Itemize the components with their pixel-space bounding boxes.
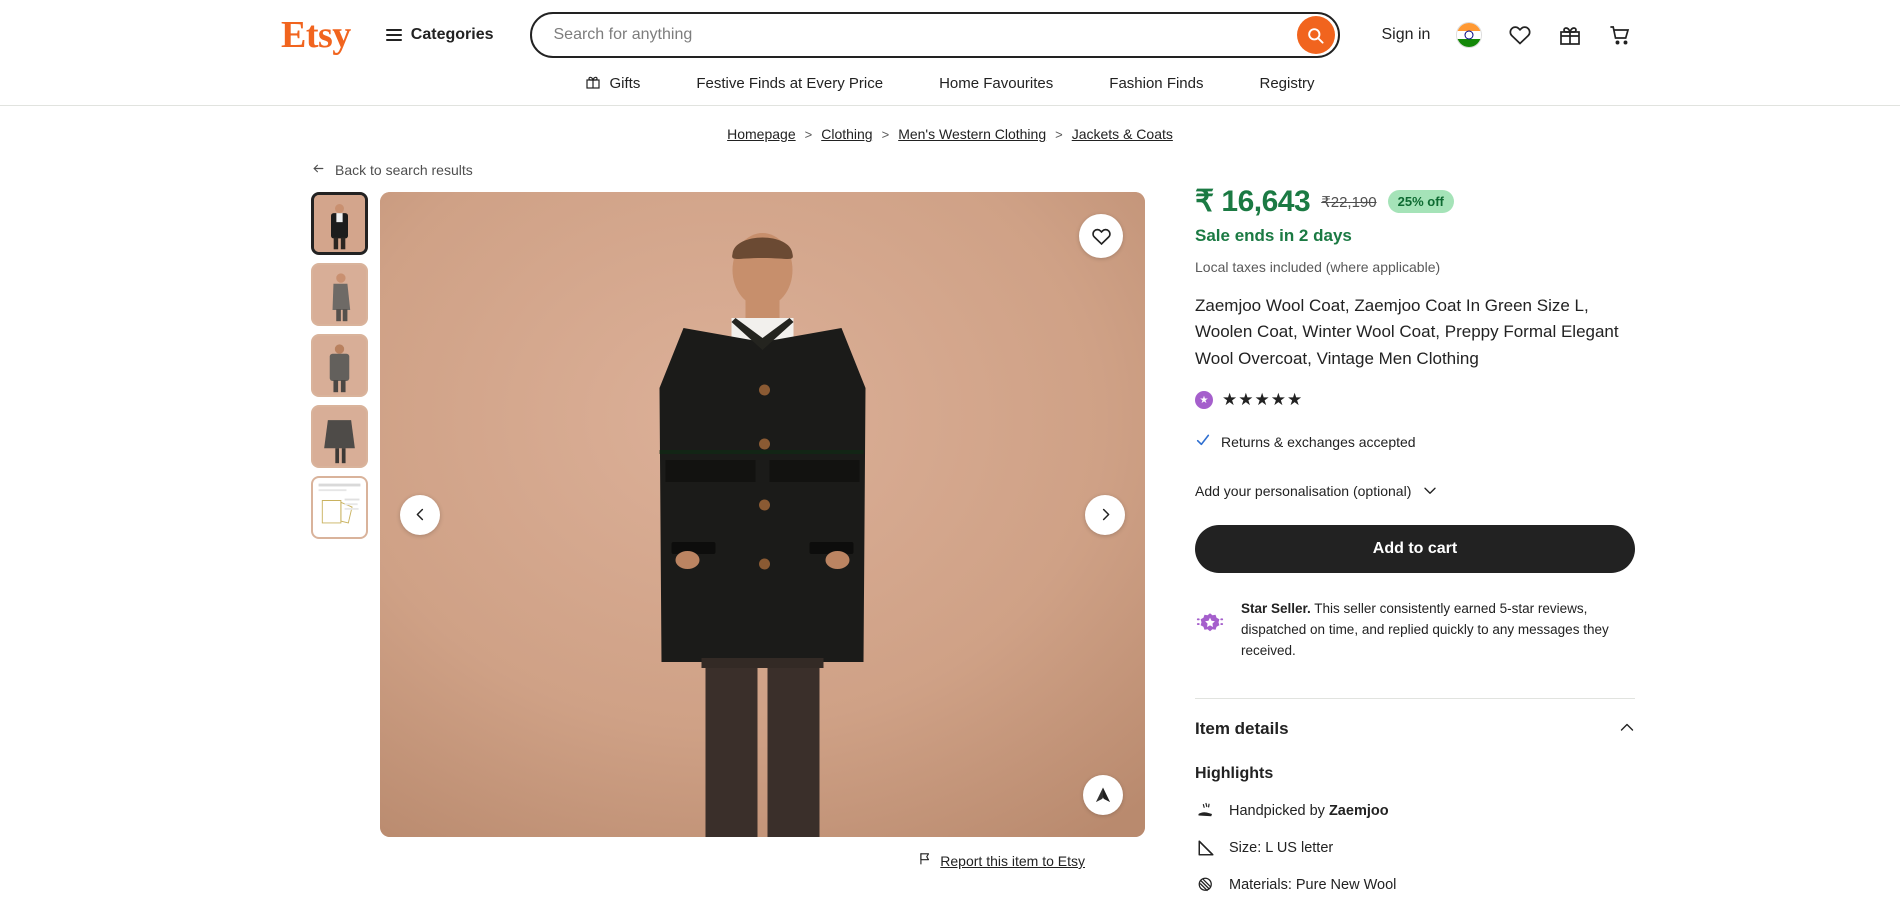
expand-image-button[interactable] xyxy=(1083,775,1123,815)
star-seller-badge-icon: ★ xyxy=(1195,391,1213,410)
breadcrumb-separator: > xyxy=(804,126,813,142)
product-page-main: Back to search results Report this item … xyxy=(0,148,1900,907)
thumbnail-coat-side-view[interactable] xyxy=(311,263,368,326)
report-item-link[interactable]: Report this item to Etsy xyxy=(940,853,1085,869)
star-seller-section: Star Seller. This seller consistently ea… xyxy=(1195,599,1635,662)
item-details-toggle[interactable]: Item details xyxy=(1195,697,1635,739)
gift-icon[interactable] xyxy=(1558,23,1582,47)
gallery-column: Back to search results Report this item … xyxy=(265,162,1145,907)
breadcrumb-item-homepage[interactable]: Homepage xyxy=(727,126,796,142)
previous-image-button[interactable] xyxy=(400,494,440,535)
star-seller-icon xyxy=(1195,599,1225,644)
search-button[interactable] xyxy=(1296,16,1335,54)
primary-nav: Gifts Festive Finds at Every Price Home … xyxy=(0,70,1900,106)
categories-button[interactable]: Categories xyxy=(385,26,494,44)
materials-icon xyxy=(1195,876,1216,894)
nav-item-home-favourites[interactable]: Home Favourites xyxy=(939,75,1053,92)
search-input[interactable] xyxy=(529,12,1340,58)
highlight-text: Size: L US letter xyxy=(1229,839,1334,856)
product-info-column: ₹ 16,643 ₹22,190 25% off Sale ends in 2 … xyxy=(1195,162,1635,907)
search-container xyxy=(529,12,1340,58)
rating-row[interactable]: ★ ★★★★★ xyxy=(1195,390,1635,410)
nav-label: Gifts xyxy=(609,75,641,92)
highlight-materials: Materials: Pure New Wool xyxy=(1195,876,1635,894)
original-price: ₹22,190 xyxy=(1321,193,1377,211)
current-price: ₹ 16,643 xyxy=(1195,185,1311,218)
nav-item-gifts[interactable]: Gifts xyxy=(585,74,640,94)
main-product-image[interactable] xyxy=(380,192,1145,837)
highlight-text: Handpicked by Zaemjoo xyxy=(1229,802,1389,819)
india-flag-icon[interactable] xyxy=(1456,22,1483,48)
cart-icon[interactable] xyxy=(1608,23,1632,47)
breadcrumb-separator: > xyxy=(881,126,890,142)
thumbnail-strip xyxy=(311,192,368,837)
thumbnail-coat-detail-view[interactable] xyxy=(311,405,368,468)
image-gallery xyxy=(311,192,1145,837)
highlights-heading: Highlights xyxy=(1195,764,1274,782)
highlight-text: Materials: Pure New Wool xyxy=(1229,876,1397,893)
favorite-heart-button[interactable] xyxy=(1079,214,1123,258)
thumbnail-size-chart-diagram[interactable] xyxy=(311,476,368,539)
check-icon xyxy=(1195,432,1211,451)
product-title: Zaemjoo Wool Coat, Zaemjoo Coat In Green… xyxy=(1195,296,1619,368)
star-seller-title: Star Seller. xyxy=(1241,601,1311,617)
discount-badge: 25% off xyxy=(1387,190,1454,213)
highlight-handpicked: Handpicked by Zaemjoo xyxy=(1195,802,1635,820)
header-actions: Sign in xyxy=(1382,22,1633,48)
thumbnail-coat-front-view[interactable] xyxy=(311,192,368,255)
breadcrumb-item-mens-western-clothing[interactable]: Men's Western Clothing xyxy=(898,126,1046,142)
breadcrumb-separator: > xyxy=(1055,126,1063,142)
breadcrumb-item-jackets-coats[interactable]: Jackets & Coats xyxy=(1072,126,1173,142)
personalisation-label: Add your personalisation (optional) xyxy=(1195,483,1412,500)
star-seller-text: Star Seller. This seller consistently ea… xyxy=(1241,599,1635,662)
favorites-heart-icon[interactable] xyxy=(1508,23,1532,47)
personalisation-toggle[interactable]: Add your personalisation (optional) xyxy=(1195,483,1635,499)
handpicked-icon xyxy=(1195,802,1216,820)
chevron-up-icon xyxy=(1619,720,1635,738)
back-link-label: Back to search results xyxy=(335,162,473,178)
flag-icon xyxy=(918,851,932,871)
categories-label: Categories xyxy=(410,26,494,43)
gift-icon xyxy=(585,74,601,94)
arrow-left-icon xyxy=(311,162,326,178)
thumbnail-coat-back-view[interactable] xyxy=(311,334,368,397)
breadcrumb-item-clothing[interactable]: Clothing xyxy=(821,126,872,142)
back-to-search-results-link[interactable]: Back to search results xyxy=(311,162,1145,178)
next-image-button[interactable] xyxy=(1085,494,1125,535)
sign-in-link[interactable]: Sign in xyxy=(1382,26,1431,44)
add-to-cart-button[interactable]: Add to cart xyxy=(1195,525,1635,574)
returns-label: Returns & exchanges accepted xyxy=(1221,433,1416,450)
returns-policy-row: Returns & exchanges accepted xyxy=(1195,432,1635,451)
nav-item-festive-finds[interactable]: Festive Finds at Every Price xyxy=(696,75,883,92)
site-header: Etsy Categories Sign in xyxy=(0,0,1900,70)
sale-countdown: Sale ends in 2 days xyxy=(1195,226,1352,245)
nav-item-registry[interactable]: Registry xyxy=(1260,75,1315,92)
chevron-down-icon xyxy=(1423,483,1437,499)
nav-item-fashion-finds[interactable]: Fashion Finds xyxy=(1109,75,1203,92)
local-taxes-note: Local taxes included (where applicable) xyxy=(1195,259,1441,275)
item-details-heading: Item details xyxy=(1195,718,1289,738)
report-item-row: Report this item to Etsy xyxy=(265,851,1085,871)
hamburger-icon xyxy=(385,29,402,41)
rating-stars: ★★★★★ xyxy=(1222,390,1304,410)
breadcrumb: Homepage > Clothing > Men's Western Clot… xyxy=(0,106,1900,148)
etsy-logo[interactable]: Etsy xyxy=(281,16,351,54)
ruler-icon xyxy=(1195,839,1216,857)
price-row: ₹ 16,643 ₹22,190 25% off xyxy=(1195,184,1635,219)
highlight-size-primary: Size: L US letter xyxy=(1195,839,1635,857)
